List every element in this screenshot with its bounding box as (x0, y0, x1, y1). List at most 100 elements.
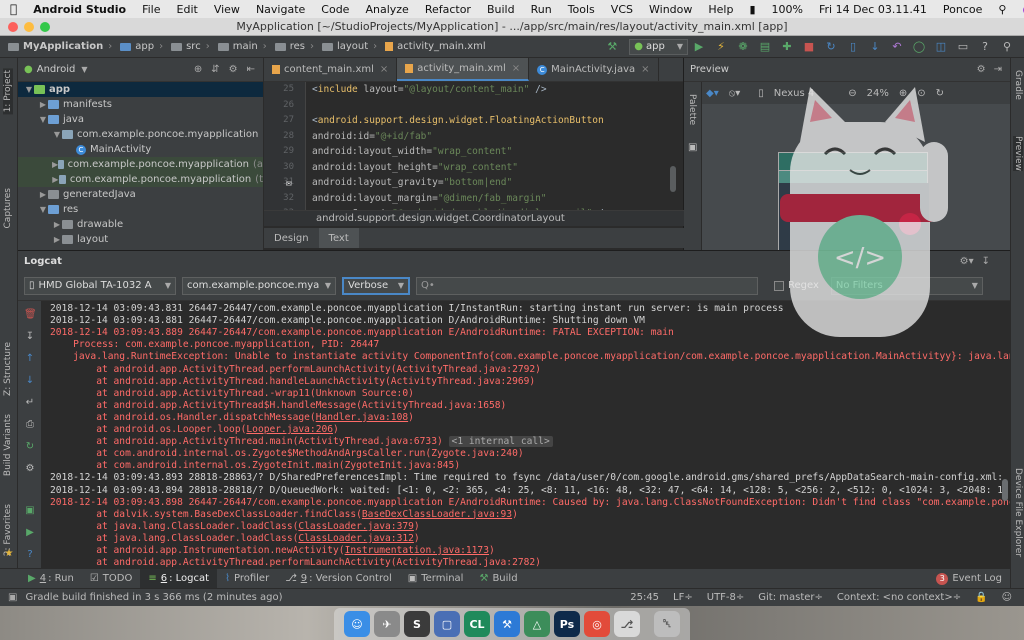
chevron-right-icon[interactable]: ▶ (38, 190, 48, 199)
refresh-icon[interactable]: ↻ (936, 88, 944, 99)
breadcrumb-item[interactable]: main › (214, 41, 271, 52)
breadcrumb-item[interactable]: app › (116, 41, 167, 52)
profile-icon[interactable]: ▤ (757, 39, 773, 55)
orientation-icon[interactable]: ⦸▾ (729, 88, 741, 99)
chrome-icon[interactable]: ◎ (584, 611, 610, 637)
tab-captures[interactable]: Captures (3, 188, 13, 228)
chevron-down-icon[interactable]: ▼ (38, 205, 48, 214)
log-line[interactable]: at android.app.ActivityThread.performLau… (50, 557, 541, 568)
close-icon[interactable]: × (641, 64, 649, 75)
source-link[interactable]: Looper.java:206 (246, 424, 333, 435)
log-line[interactable]: at dalvik.system.BaseDexClassLoader.find… (50, 509, 518, 520)
log-line[interactable]: 2018-12-14 03:09:43.831 26447-26447/com.… (50, 303, 784, 314)
log-line[interactable]: 2018-12-14 03:09:43.881 26447-26447/com.… (50, 315, 645, 326)
tree-item[interactable]: ▶ layout (18, 232, 263, 247)
log-line[interactable]: 2018-12-14 03:09:43.898 26447-26447/com.… (50, 497, 1010, 508)
make-project-icon[interactable]: ⚒ (604, 39, 620, 55)
editor-tab[interactable]: content_main.xml × (264, 58, 398, 81)
log-level-select[interactable]: Verbose ▼ (342, 276, 410, 295)
editor-tab[interactable]: C MainActivity.java × (529, 58, 659, 81)
tree-item[interactable]: ▼ java (18, 112, 263, 127)
log-line[interactable]: at android.app.ActivityThread.performLau… (50, 364, 541, 375)
soft-wrap-icon[interactable]: ↵ (24, 397, 36, 409)
status-message[interactable]: Gradle build finished in 3 s 366 ms (2 m… (25, 592, 282, 603)
code-line[interactable]: <include layout="@layout/content_main" /… (312, 84, 547, 95)
gear-icon[interactable]: ⚙ (229, 64, 238, 75)
chevron-right-icon[interactable]: ▶ (38, 100, 48, 109)
android-studio-icon[interactable]: △ (524, 611, 550, 637)
photoshop-icon[interactable]: Ps (554, 611, 580, 637)
apply-changes-icon[interactable]: ⚡ (713, 39, 729, 55)
layers-icon[interactable]: ◆▾ (706, 88, 719, 99)
chevron-down-icon[interactable]: ▼ (38, 115, 48, 124)
source-link[interactable]: Instrumentation.java:1173 (345, 545, 489, 556)
zoom-out-icon[interactable]: ⊖ (848, 88, 856, 99)
clion-icon[interactable]: CL (464, 611, 490, 637)
tab-preview[interactable]: Preview (1013, 136, 1023, 172)
screen-record-icon[interactable]: ▶ (24, 527, 36, 539)
run-config-select[interactable]: ● app ▼ (629, 38, 688, 55)
menu-app-name[interactable]: Android Studio (25, 3, 134, 16)
apple-icon[interactable]:  (0, 2, 25, 16)
clear-logcat-icon[interactable]: 🗑 (24, 309, 37, 321)
source-link[interactable]: BaseDexClassLoader.java:93 (362, 509, 512, 520)
tool-tab[interactable]: ⎇ 9: Version Control (277, 569, 400, 589)
clock[interactable]: Fri 14 Dec 03.11.41 (811, 3, 935, 16)
breadcrumb-item[interactable]: layout › (318, 41, 381, 52)
caret-position[interactable]: 25:45 (630, 592, 659, 603)
tool-tab[interactable]: ≡ 6: Logcat (140, 568, 218, 589)
log-line[interactable]: at android.os.Looper.loop(Looper.java:20… (50, 424, 339, 435)
menu-tools[interactable]: Tools (560, 3, 603, 16)
log-line[interactable]: java.lang.RuntimeException: Unable to in… (50, 351, 1010, 362)
gear-icon[interactable]: ⚙ (977, 64, 986, 75)
gear-icon[interactable]: ⚙ (24, 463, 36, 475)
chevron-right-icon[interactable]: ▶ (52, 175, 59, 184)
chevron-right-icon[interactable]: ▶ (52, 220, 62, 229)
log-line[interactable]: at android.app.ActivityThread.main(Activ… (50, 436, 553, 448)
internal-calls-fold[interactable]: <1 internal call> (448, 436, 553, 448)
log-line[interactable]: 2018-12-14 03:09:43.889 26447-26447/com.… (50, 327, 674, 338)
minimize-window-button[interactable] (24, 22, 34, 32)
line-separator[interactable]: LF÷ (673, 592, 693, 603)
menu-help[interactable]: Help (700, 3, 741, 16)
tab-project[interactable]: 1: Project (3, 68, 13, 115)
code-line[interactable]: <android.support.design.widget.FloatingA… (312, 115, 604, 126)
tool-tab[interactable]: ☑ TODO (82, 569, 141, 589)
launchpad-icon[interactable]: ✈ (374, 611, 400, 637)
attach-debugger-icon[interactable]: ✚ (779, 39, 795, 55)
tool-tab[interactable]: ▣ Terminal (400, 569, 472, 589)
tree-item[interactable]: C MainActivity (18, 142, 263, 157)
process-select[interactable]: com.example.poncoe.mya ▼ (182, 276, 336, 295)
sdk-manager-icon[interactable]: ↓ (867, 39, 883, 55)
tab-text[interactable]: Text (318, 228, 359, 248)
sync-project-icon[interactable]: ↻ (823, 39, 839, 55)
favorites-star-icon[interactable]: ★ (3, 548, 15, 560)
finder-icon[interactable]: ☺ (344, 611, 370, 637)
zoom-window-button[interactable] (40, 22, 50, 32)
menu-build[interactable]: Build (479, 3, 523, 16)
up-arrow-icon[interactable]: ↑ (24, 353, 36, 365)
tab-palette[interactable]: Palette (687, 94, 697, 125)
tree-item[interactable]: ▼ com.example.poncoe.myapplication (18, 127, 263, 142)
breadcrumb-item[interactable]: res › (271, 41, 318, 52)
log-line[interactable]: at android.app.ActivityThread.-wrap11(Un… (50, 388, 414, 399)
menu-vcs[interactable]: VCS (603, 3, 641, 16)
tree-item[interactable]: ▼ app (18, 82, 263, 97)
menu-edit[interactable]: Edit (169, 3, 206, 16)
xcode-icon[interactable]: ⚒ (494, 611, 520, 637)
chevron-down-icon[interactable]: ▼ (24, 85, 34, 94)
down-arrow-icon[interactable]: ↓ (24, 375, 36, 387)
tab-design[interactable]: Design (264, 228, 319, 248)
close-window-button[interactable] (8, 22, 18, 32)
panel-toggle-icon[interactable]: ▣ (8, 592, 17, 603)
tab-structure[interactable]: Z: Structure (3, 342, 13, 396)
log-search-input[interactable]: Q• (416, 276, 758, 295)
code-line[interactable]: android:layout_margin="@dimen/fab_margin… (312, 193, 547, 204)
lock-icon[interactable]: 🔒 (975, 592, 987, 603)
tab-gradle[interactable]: Gradle (1013, 70, 1023, 100)
spotlight-icon[interactable]: ⚲ (990, 3, 1014, 16)
undo-icon[interactable]: ↶ (889, 39, 905, 55)
git-branch[interactable]: Git: master÷ (758, 592, 823, 603)
xml-breadcrumb[interactable]: android.support.design.widget.Coordinato… (264, 210, 684, 226)
virtualbox-icon[interactable]: ▢ (434, 611, 460, 637)
